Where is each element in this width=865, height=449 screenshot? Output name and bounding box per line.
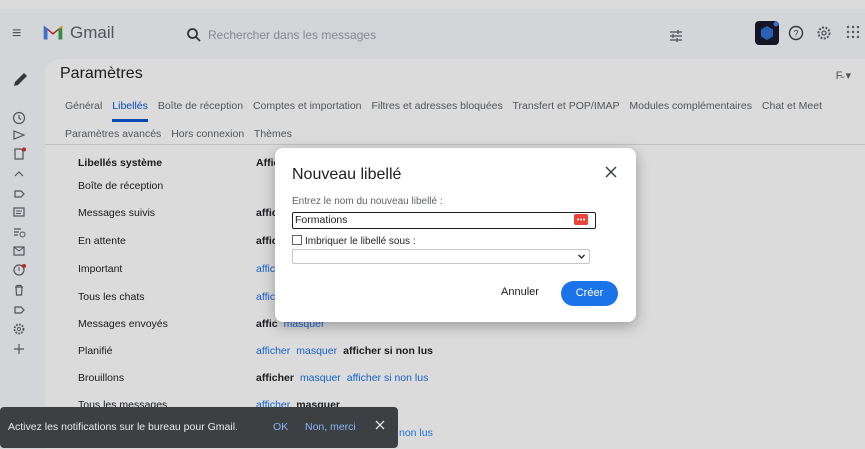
new-label-dialog: Nouveau libellé Entrez le nom du nouveau… <box>275 148 636 322</box>
snackbar-dismiss-button[interactable]: Non, merci <box>305 421 356 433</box>
label-name-caption: Entrez le nom du nouveau libellé : <box>292 196 443 207</box>
parent-label-select[interactable] <box>292 249 590 264</box>
password-manager-icon[interactable] <box>574 214 588 225</box>
close-icon[interactable] <box>604 165 618 179</box>
notification-snackbar: Activez les notifications sur le bureau … <box>0 407 398 448</box>
label-name-input[interactable]: Formations <box>292 212 596 229</box>
close-icon[interactable] <box>375 420 385 430</box>
create-button[interactable]: Créer <box>561 281 618 306</box>
snackbar-ok-button[interactable]: OK <box>273 421 288 433</box>
cancel-button[interactable]: Annuler <box>501 286 539 298</box>
nest-label-caption: Imbriquer le libellé sous : <box>305 236 416 247</box>
nest-label-checkbox[interactable] <box>292 235 302 245</box>
snackbar-message: Activez les notifications sur le bureau … <box>8 421 238 433</box>
nest-label-row[interactable]: Imbriquer le libellé sous : <box>292 235 416 247</box>
show-if-unread-link[interactable]: non lus <box>399 427 433 439</box>
chevron-down-icon <box>578 254 585 259</box>
dialog-title: Nouveau libellé <box>292 166 402 183</box>
